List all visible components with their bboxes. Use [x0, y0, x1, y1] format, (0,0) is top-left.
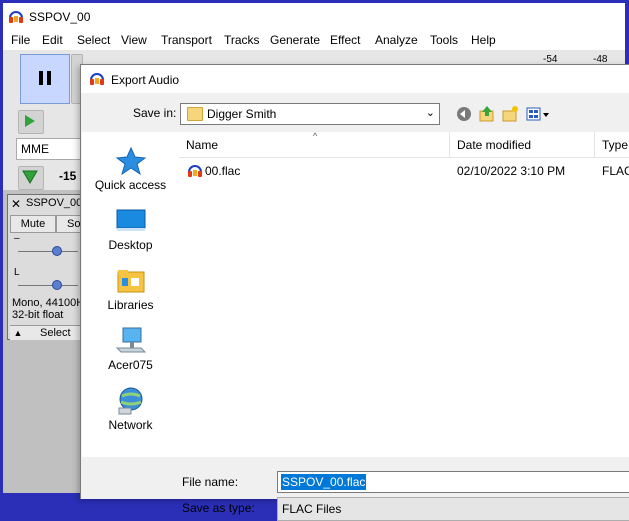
sort-ascending-icon: ^	[313, 131, 318, 141]
column-date-modified[interactable]: Date modified	[457, 138, 531, 152]
desktop-icon	[116, 209, 146, 231]
menu-tracks[interactable]: Tracks	[224, 33, 260, 47]
menu-file[interactable]: File	[11, 33, 30, 47]
column-type[interactable]: Type	[602, 138, 628, 152]
export-audio-dialog: Export Audio Save in: Digger Smith ⌄ Qui…	[80, 64, 629, 521]
chevron-down-icon: ⌄	[425, 107, 435, 119]
libraries-icon	[117, 270, 145, 293]
column-name[interactable]: Name	[186, 138, 218, 152]
select-button[interactable]: ▲ Select	[10, 325, 82, 340]
back-icon[interactable]	[455, 105, 473, 123]
gain-slider-knob[interactable]	[52, 246, 62, 256]
audio-host-select[interactable]: MME	[16, 138, 88, 160]
pause-button[interactable]	[20, 54, 70, 104]
column-separator[interactable]	[594, 132, 595, 157]
app-title: SSPOV_00	[29, 10, 91, 24]
place-computer[interactable]: Acer075	[82, 320, 179, 380]
track-name[interactable]: SSPOV_00	[26, 197, 82, 209]
view-menu-icon[interactable]	[526, 105, 550, 123]
save-in-value: Digger Smith	[207, 107, 277, 121]
meter-scale-label: -15	[59, 169, 77, 183]
dialog-title: Export Audio	[111, 73, 180, 87]
file-type: FLAC	[602, 164, 629, 178]
place-desktop[interactable]: Desktop	[82, 200, 179, 260]
app-title-bar: SSPOV_00	[3, 3, 625, 30]
pause-icon-bar	[47, 71, 51, 85]
gain-minus-label: –	[14, 233, 20, 244]
pan-left-label: L	[14, 267, 20, 278]
place-label: Libraries	[107, 298, 154, 312]
place-label: Network	[108, 418, 153, 432]
file-name-input[interactable]: SSPOV_00.flac	[277, 471, 629, 493]
pause-icon	[39, 71, 43, 85]
triangle-down-icon	[22, 170, 38, 184]
star-icon	[115, 146, 147, 176]
audacity-file-icon	[188, 165, 202, 177]
save-in-label: Save in:	[133, 106, 177, 120]
place-quick-access[interactable]: Quick access	[82, 140, 179, 200]
close-icon[interactable]: ✕	[10, 198, 22, 210]
mute-button[interactable]: Mute	[10, 215, 56, 233]
play-icon	[25, 115, 35, 127]
menu-select[interactable]: Select	[77, 33, 110, 47]
place-label: Desktop	[108, 238, 153, 252]
place-network[interactable]: Network	[82, 380, 179, 440]
place-label: Acer075	[108, 358, 153, 372]
new-folder-icon[interactable]	[501, 105, 519, 123]
save-as-type-label: Save as type:	[182, 501, 255, 515]
menu-bar: File Edit Select View Transport Tracks G…	[3, 30, 625, 50]
column-separator[interactable]	[449, 132, 450, 157]
menu-tools[interactable]: Tools	[430, 33, 458, 47]
network-icon	[118, 387, 143, 415]
column-header-row: ^ Name Date modified Type	[179, 131, 629, 158]
save-in-combo[interactable]: Digger Smith ⌄	[180, 103, 440, 125]
file-name-label: File name:	[182, 475, 239, 489]
menu-transport[interactable]: Transport	[161, 33, 212, 47]
menu-help[interactable]: Help	[471, 33, 496, 47]
file-list[interactable]: ^ Name Date modified Type 00.flac 02/10/…	[179, 131, 629, 457]
record-meter-button[interactable]	[18, 166, 44, 190]
audacity-logo-icon	[90, 73, 104, 85]
menu-edit[interactable]: Edit	[42, 33, 63, 47]
track-control-panel: ✕ SSPOV_00 Mute So – L Mono, 44100H 32-b…	[7, 194, 108, 340]
gain-slider[interactable]	[18, 251, 78, 252]
track-bit-depth: 32-bit float	[12, 309, 64, 321]
save-as-type-value: FLAC Files	[282, 502, 342, 516]
dialog-body: Save in: Digger Smith ⌄ Quick access Des…	[81, 93, 629, 521]
audacity-logo-icon	[9, 11, 23, 23]
file-name-value: SSPOV_00.flac	[281, 474, 367, 490]
pan-slider-knob[interactable]	[52, 280, 62, 290]
file-name: 00.flac	[205, 164, 241, 178]
collapse-arrow-icon[interactable]: ▲	[12, 326, 24, 340]
menu-analyze[interactable]: Analyze	[375, 33, 418, 47]
folder-icon	[187, 107, 203, 121]
dialog-title-bar: Export Audio	[81, 65, 629, 93]
select-label: Select	[40, 327, 71, 339]
pan-slider[interactable]	[18, 285, 78, 286]
place-libraries[interactable]: Libraries	[82, 260, 179, 320]
menu-view[interactable]: View	[121, 33, 147, 47]
places-bar: Quick access Desktop Libraries Acer075 N…	[82, 132, 179, 457]
track-format: Mono, 44100H	[12, 297, 85, 309]
place-label: Quick access	[94, 178, 167, 192]
save-as-type-select[interactable]: FLAC Files	[277, 497, 629, 521]
file-row[interactable]: 00.flac 02/10/2022 3:10 PM FLAC	[179, 161, 629, 181]
computer-icon	[115, 327, 147, 353]
menu-effect[interactable]: Effect	[330, 33, 360, 47]
menu-generate[interactable]: Generate	[270, 33, 320, 47]
play-meter-button[interactable]	[18, 110, 44, 134]
up-folder-icon[interactable]	[478, 105, 496, 123]
file-date: 02/10/2022 3:10 PM	[457, 164, 566, 178]
